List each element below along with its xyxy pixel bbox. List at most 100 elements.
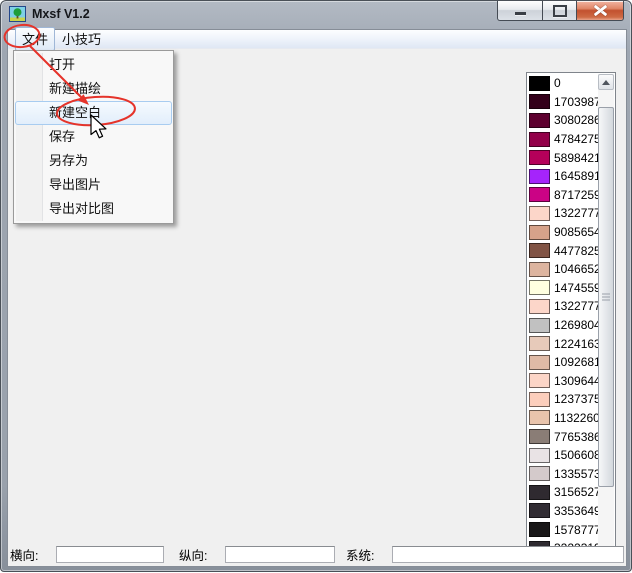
scroll-up-button[interactable] bbox=[598, 74, 614, 90]
legend-row[interactable]: 12241639 bbox=[528, 334, 598, 353]
close-button[interactable] bbox=[576, 1, 624, 21]
status-bar: 横向: 纵向: 系统: bbox=[8, 543, 626, 565]
app-window: Mxsf V1.2 文件小技巧 打开新建描绘新建空白保存另存为导出图片导出对比图… bbox=[0, 0, 632, 572]
legend-row[interactable]: 12698049 bbox=[528, 316, 598, 335]
legend-row[interactable]: 16458917 bbox=[528, 167, 598, 186]
color-swatch bbox=[529, 522, 550, 537]
menu-item[interactable]: 新建描绘 bbox=[15, 77, 172, 101]
app-tree-picture-icon bbox=[9, 6, 26, 22]
window-controls bbox=[498, 1, 624, 20]
legend-value: 1578777 bbox=[554, 523, 598, 537]
legend-value: 0 bbox=[554, 76, 561, 90]
legend-value: 4477825 bbox=[554, 244, 598, 258]
legend-row[interactable]: 13355732 bbox=[528, 464, 598, 483]
color-swatch bbox=[529, 76, 550, 91]
color-swatch bbox=[529, 448, 550, 463]
color-swatch bbox=[529, 392, 550, 407]
color-swatch bbox=[529, 262, 550, 277]
legend-value: 12241639 bbox=[554, 337, 598, 351]
legend-value: 10466525 bbox=[554, 262, 598, 276]
status-label: 横向: bbox=[10, 545, 38, 564]
legend-value: 13096444 bbox=[554, 374, 598, 388]
maximize-icon bbox=[553, 5, 567, 17]
color-swatch bbox=[529, 336, 550, 351]
legend-value: 11322601 bbox=[554, 411, 598, 425]
legend-row[interactable]: 4784275 bbox=[528, 130, 598, 149]
legend-value: 3156527 bbox=[554, 485, 598, 499]
legend-value: 14745599 bbox=[554, 281, 598, 295]
legend-row[interactable]: 10926815 bbox=[528, 353, 598, 372]
color-swatch bbox=[529, 503, 550, 518]
legend-row[interactable]: 5898421 bbox=[528, 148, 598, 167]
legend-row[interactable]: 13096444 bbox=[528, 372, 598, 391]
legend-row[interactable]: 0 bbox=[528, 74, 598, 93]
legend-value: 12698049 bbox=[554, 318, 598, 332]
legend-value: 12373756 bbox=[554, 392, 598, 406]
window-title: Mxsf V1.2 bbox=[32, 7, 90, 21]
legend-row[interactable]: 4477825 bbox=[528, 241, 598, 260]
legend-row[interactable]: 3080286 bbox=[528, 111, 598, 130]
color-legend-listbox[interactable]: 0 17039873080286 4784275 5898421 16458917 871… bbox=[526, 72, 616, 549]
color-swatch bbox=[529, 280, 550, 295]
minimize-button[interactable] bbox=[497, 1, 543, 21]
legend-value: 13227772 bbox=[554, 206, 598, 220]
status-input[interactable] bbox=[225, 546, 335, 563]
legend-value: 15066089 bbox=[554, 448, 598, 462]
client-area: 文件小技巧 打开新建描绘新建空白保存另存为导出图片导出对比图 017039873… bbox=[7, 29, 627, 567]
menu-item[interactable]: 新建空白 bbox=[15, 101, 172, 125]
legend-row[interactable]: 15066089 bbox=[528, 446, 598, 465]
menu-item[interactable]: 另存为 bbox=[15, 149, 172, 173]
color-swatch bbox=[529, 485, 550, 500]
color-swatch bbox=[529, 373, 550, 388]
legend-row[interactable]: 13227772 bbox=[528, 204, 598, 223]
legend-value: 4784275 bbox=[554, 132, 598, 146]
legend-row[interactable]: 8717259 bbox=[528, 186, 598, 205]
legend-row[interactable]: 13227772 bbox=[528, 297, 598, 316]
legend-row[interactable]: 9085654 bbox=[528, 223, 598, 242]
legend-row[interactable]: 3156527 bbox=[528, 483, 598, 502]
menubar-item-tips[interactable]: 小技巧 bbox=[55, 27, 108, 51]
menu-item[interactable]: 打开 bbox=[15, 53, 172, 77]
legend-row[interactable]: 1703987 bbox=[528, 93, 598, 112]
legend-value: 3080286 bbox=[554, 113, 598, 127]
legend-row[interactable]: 12373756 bbox=[528, 390, 598, 409]
legend-value: 5898421 bbox=[554, 151, 598, 165]
color-swatch bbox=[529, 225, 550, 240]
status-input[interactable] bbox=[392, 546, 624, 563]
menu-item[interactable]: 保存 bbox=[15, 125, 172, 149]
color-swatch bbox=[529, 169, 550, 184]
legend-row[interactable]: 3353649 bbox=[528, 502, 598, 521]
legend-rows: 0 17039873080286 4784275 5898421 16458917 871… bbox=[528, 74, 598, 547]
minimize-icon bbox=[515, 12, 526, 15]
color-swatch bbox=[529, 113, 550, 128]
status-field: 横向: bbox=[10, 543, 164, 565]
color-swatch bbox=[529, 187, 550, 202]
legend-value: 7765386 bbox=[554, 430, 598, 444]
legend-row[interactable]: 14745599 bbox=[528, 279, 598, 298]
maximize-button[interactable] bbox=[542, 1, 577, 21]
color-swatch bbox=[529, 243, 550, 258]
scrollbar-thumb[interactable] bbox=[598, 107, 614, 487]
color-swatch bbox=[529, 318, 550, 333]
status-field: 系统: bbox=[346, 543, 624, 565]
legend-value: 16458917 bbox=[554, 169, 598, 183]
legend-scrollbar[interactable] bbox=[598, 74, 614, 547]
close-icon bbox=[594, 5, 607, 16]
status-label: 纵向: bbox=[179, 545, 207, 564]
title-bar[interactable]: Mxsf V1.2 bbox=[1, 1, 631, 29]
legend-row[interactable]: 10466525 bbox=[528, 260, 598, 279]
legend-value: 13227772 bbox=[554, 299, 598, 313]
color-swatch bbox=[529, 132, 550, 147]
legend-row[interactable]: 1578777 bbox=[528, 520, 598, 539]
color-swatch bbox=[529, 355, 550, 370]
legend-row[interactable]: 7765386 bbox=[528, 427, 598, 446]
status-field: 纵向: bbox=[179, 543, 335, 565]
menubar-item-file[interactable]: 文件 bbox=[15, 27, 55, 51]
color-swatch bbox=[529, 429, 550, 444]
color-swatch bbox=[529, 466, 550, 481]
legend-value: 10926815 bbox=[554, 355, 598, 369]
legend-row[interactable]: 11322601 bbox=[528, 409, 598, 428]
menu-item[interactable]: 导出图片 bbox=[15, 173, 172, 197]
menu-item[interactable]: 导出对比图 bbox=[15, 197, 172, 221]
status-input[interactable] bbox=[56, 546, 164, 563]
